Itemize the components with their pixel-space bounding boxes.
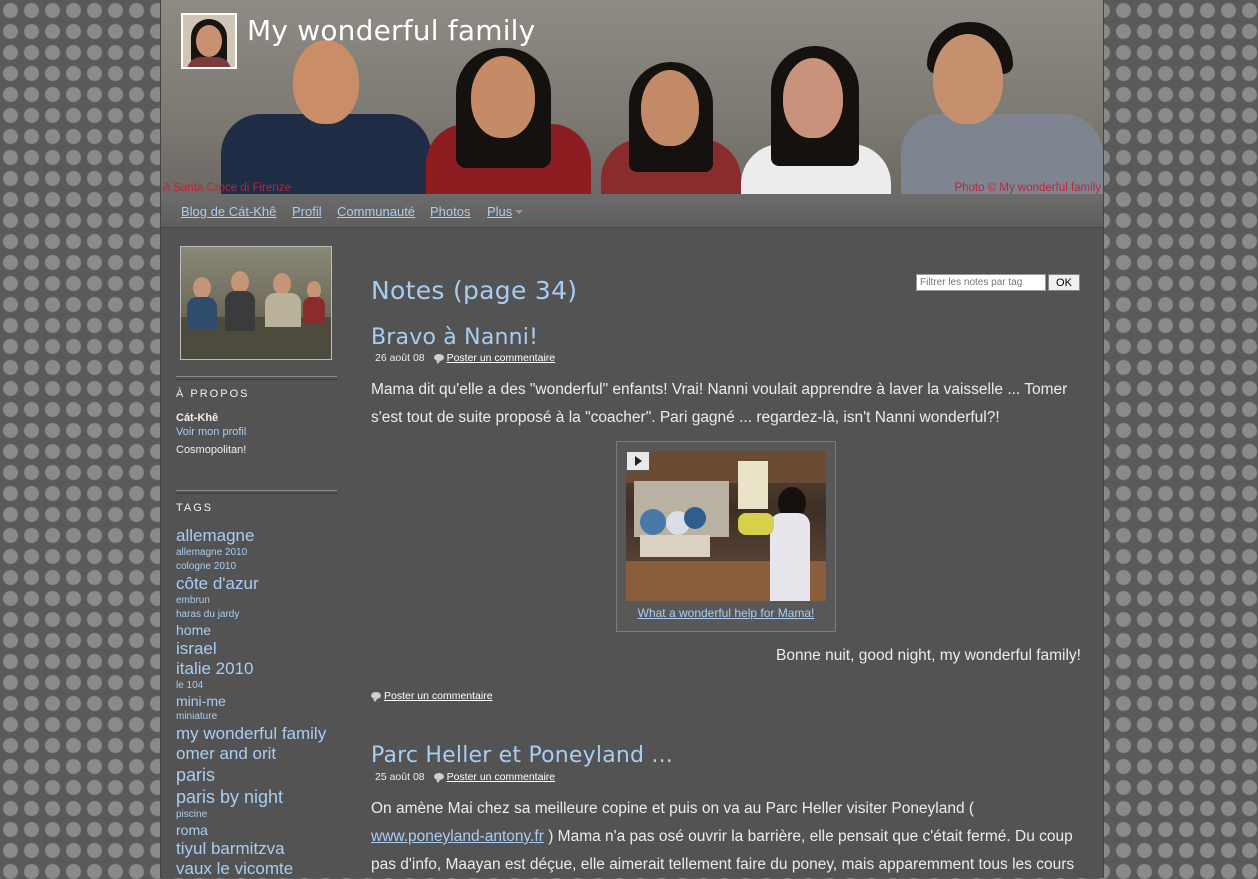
- post-comment-link-bottom[interactable]: Poster un commentaire: [371, 690, 493, 702]
- chevron-down-icon: [515, 210, 524, 214]
- post-title[interactable]: Bravo à Nanni!: [371, 325, 538, 350]
- nav-item-plus[interactable]: Plus: [487, 204, 524, 219]
- sidebar-divider: [176, 376, 337, 380]
- tag-link[interactable]: côte d'azur: [176, 574, 338, 594]
- banner-photo-person: [901, 0, 1103, 194]
- tag-link[interactable]: omer and orit: [176, 744, 338, 764]
- tag-link[interactable]: miniature: [176, 710, 338, 724]
- tags-heading: TAGS: [176, 502, 214, 514]
- tag-link[interactable]: piscine: [176, 808, 338, 822]
- site-title[interactable]: My wonderful family: [247, 14, 535, 47]
- post-meta: 26 août 08 Poster un commentaire: [375, 352, 555, 364]
- photo-caption-left: A Santa Croce di Firenze: [163, 182, 291, 194]
- tag-link[interactable]: le 104: [176, 679, 338, 693]
- tag-link[interactable]: israel: [176, 639, 338, 659]
- page-title: Notes (page 34): [371, 276, 578, 305]
- video-caption-link[interactable]: What a wonderful help for Mama!: [617, 606, 835, 620]
- tag-link[interactable]: allemagne: [176, 526, 338, 546]
- nav-item-plus-label: Plus: [487, 204, 513, 219]
- tag-link[interactable]: roma: [176, 822, 338, 839]
- post-meta: 25 août 08 Poster un commentaire: [375, 771, 555, 783]
- comment-bubble-icon: [371, 692, 381, 702]
- tag-link[interactable]: cologne 2010: [176, 560, 338, 574]
- sidebar-divider: [176, 490, 337, 494]
- tag-link[interactable]: haras du jardy: [176, 608, 338, 622]
- comment-bubble-icon: [433, 773, 444, 783]
- photo-caption-right: Photo © My wonderful family: [954, 182, 1101, 194]
- comment-bubble-icon: [433, 354, 444, 364]
- nav-item-photos[interactable]: Photos: [430, 204, 470, 219]
- tag-link[interactable]: embrun: [176, 594, 338, 608]
- about-heading: À PROPOS: [176, 388, 250, 400]
- tag-link[interactable]: tiyul barmitzva: [176, 839, 338, 859]
- tag-cloud: allemagne allemagne 2010 cologne 2010 côte …: [176, 526, 338, 879]
- post-comment-label: Poster un commentaire: [384, 690, 493, 702]
- post-closing-text: Bonne nuit, good night, my wonderful fam…: [775, 647, 1081, 664]
- view-profile-link[interactable]: Voir mon profil: [176, 426, 246, 438]
- nav-item-profil[interactable]: Profil: [292, 204, 322, 219]
- post-date: 26 août 08: [375, 352, 425, 364]
- post-body: Mama dit qu'elle a des "wonderful" enfan…: [371, 381, 1068, 426]
- post-title[interactable]: Parc Heller et Poneyland ...: [371, 743, 673, 768]
- video-thumbnail[interactable]: [626, 451, 826, 601]
- nav-bar: Blog de Cát-Khê Profil Communauté Photos…: [161, 194, 1103, 228]
- video-embed[interactable]: What a wonderful help for Mama!: [616, 441, 836, 632]
- sidebar-photo[interactable]: [180, 246, 332, 360]
- author-name: Cát-Khê: [176, 412, 219, 424]
- nav-item-communaute[interactable]: Communauté: [337, 204, 415, 219]
- post-comment-label: Poster un commentaire: [446, 352, 556, 364]
- post-comment-link[interactable]: Poster un commentaire: [433, 771, 556, 783]
- tag-link[interactable]: allemagne 2010: [176, 546, 338, 560]
- tag-link[interactable]: italie 2010: [176, 659, 338, 679]
- page-container: My wonderful family A Santa Croce di Fir…: [160, 0, 1104, 878]
- poneyland-link[interactable]: www.poneyland-antony.fr: [371, 828, 544, 845]
- post-body-text: On amène Mai chez sa meilleure copine et…: [371, 800, 975, 817]
- post-comment-link[interactable]: Poster un commentaire: [433, 352, 556, 364]
- tag-link[interactable]: paris by night: [176, 786, 338, 808]
- tag-link[interactable]: my wonderful family: [176, 724, 338, 744]
- tag-link[interactable]: paris: [176, 764, 338, 786]
- tag-link[interactable]: vaux le vicomte: [176, 859, 338, 879]
- nav-item-blog[interactable]: Blog de Cát-Khê: [181, 204, 276, 219]
- ok-button[interactable]: OK: [1048, 274, 1080, 291]
- post-comment-label: Poster un commentaire: [446, 771, 556, 783]
- tag-filter-input[interactable]: [916, 274, 1046, 291]
- tag-link[interactable]: mini-me: [176, 693, 338, 710]
- banner-photo-person: [601, 0, 741, 194]
- author-bio: Cosmopolitan!: [176, 444, 247, 456]
- post-body: On amène Mai chez sa meilleure copine et…: [371, 795, 1083, 879]
- banner-photo-person: [741, 0, 891, 194]
- post-date: 25 août 08: [375, 771, 425, 783]
- avatar[interactable]: [181, 13, 237, 69]
- tag-link[interactable]: home: [176, 622, 338, 639]
- header-banner: My wonderful family A Santa Croce di Fir…: [161, 0, 1103, 194]
- play-icon[interactable]: [626, 451, 650, 471]
